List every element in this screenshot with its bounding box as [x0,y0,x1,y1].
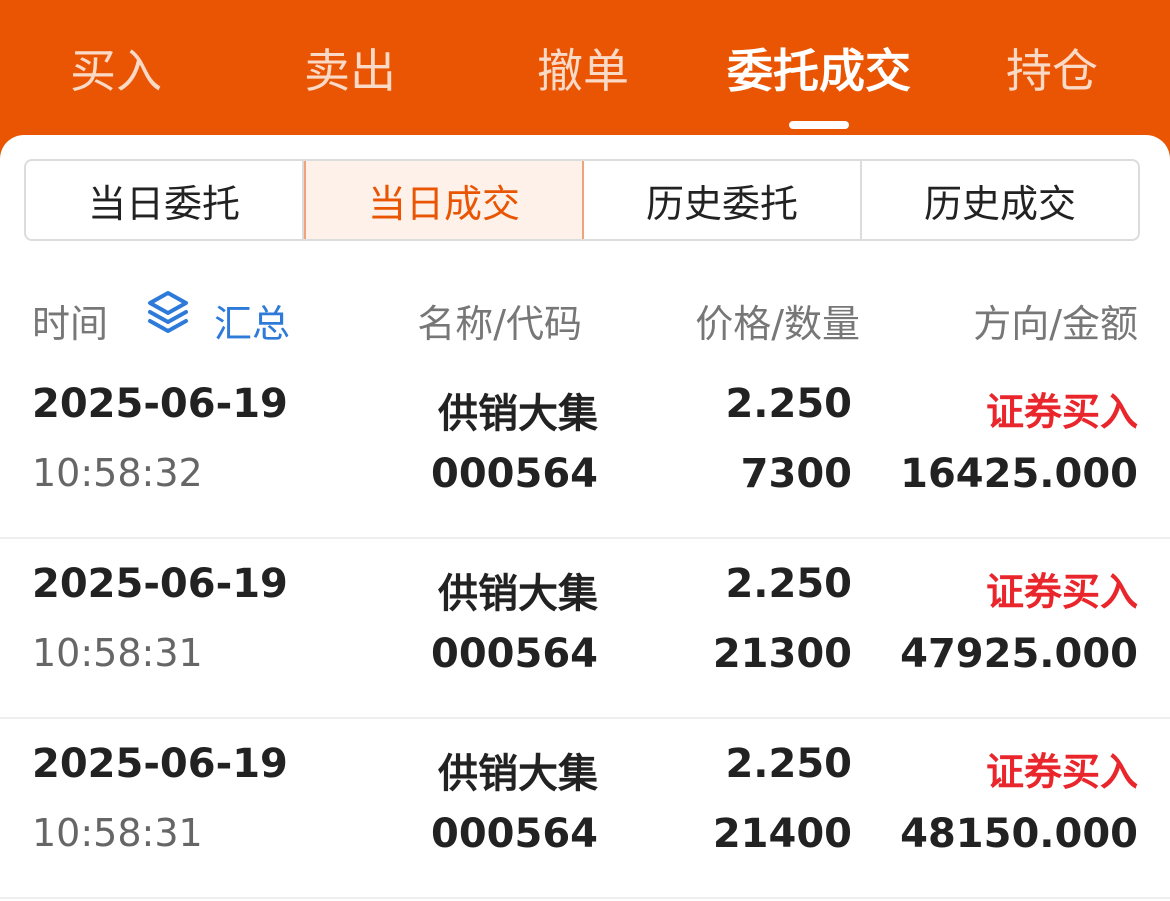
stock-code: 000564 [431,811,598,857]
subtab-history-trades[interactable]: 历史成交 [862,161,1138,239]
subtab-today-trades[interactable]: 当日成交 [304,161,584,239]
tab-buy[interactable]: 买入 [48,36,184,106]
trade-date: 2025-06-19 [32,561,288,607]
tab-cancel-order[interactable]: 撤单 [515,36,651,106]
subtab-today-orders[interactable]: 当日委托 [26,161,304,239]
trade-price: 2.250 [725,381,852,427]
trade-date: 2025-06-19 [32,741,288,787]
active-tab-indicator [789,121,849,129]
trade-amount: 16425.000 [900,451,1138,497]
trade-price: 2.250 [725,741,852,787]
tab-positions[interactable]: 持仓 [984,36,1120,106]
sub-tab-bar: 当日委托 当日成交 历史委托 历史成交 [24,159,1140,241]
header-time: 时间 [32,302,109,346]
table-row[interactable]: 2025-06-19 10:58:31 供销大集 000564 2.250 21… [0,539,1170,719]
trade-amount: 47925.000 [900,631,1138,677]
subtab-history-orders[interactable]: 历史委托 [584,161,862,239]
stock-name: 供销大集 [438,751,598,797]
stock-code: 000564 [431,451,598,497]
trade-date: 2025-06-19 [32,381,288,427]
trade-direction: 证券买入 [985,750,1138,794]
table-row[interactable]: 2025-06-19 10:58:32 供销大集 000564 2.250 73… [0,359,1170,539]
header-direction-amount: 方向/金额 [973,302,1138,346]
trade-amount: 48150.000 [900,811,1138,857]
tab-orders-trades[interactable]: 委托成交 [710,36,928,106]
header-name-code: 名称/代码 [417,302,582,346]
summary-button[interactable]: 汇总 [214,293,290,348]
stock-name: 供销大集 [438,391,598,437]
trade-direction: 证券买入 [985,570,1138,614]
stock-name: 供销大集 [438,571,598,617]
content-panel: 当日委托 当日成交 历史委托 历史成交 时间 汇总 名称/代码 价格/数量 方向… [0,135,1170,901]
trade-direction: 证券买入 [985,390,1138,434]
header-price-qty: 价格/数量 [695,302,860,346]
tab-sell[interactable]: 卖出 [282,36,418,106]
trade-price: 2.250 [725,561,852,607]
table-row[interactable]: 2025-06-19 10:58:31 供销大集 000564 2.250 21… [0,719,1170,899]
trade-time: 10:58:31 [32,811,203,855]
trade-quantity: 7300 [740,451,852,497]
layers-icon[interactable] [146,289,190,337]
trade-time: 10:58:32 [32,451,203,495]
trade-time: 10:58:31 [32,631,203,675]
stock-code: 000564 [431,631,598,677]
trade-quantity: 21400 [712,811,852,857]
top-navigation: 买入 卖出 撤单 委托成交 持仓 [0,0,1170,140]
trade-quantity: 21300 [712,631,852,677]
